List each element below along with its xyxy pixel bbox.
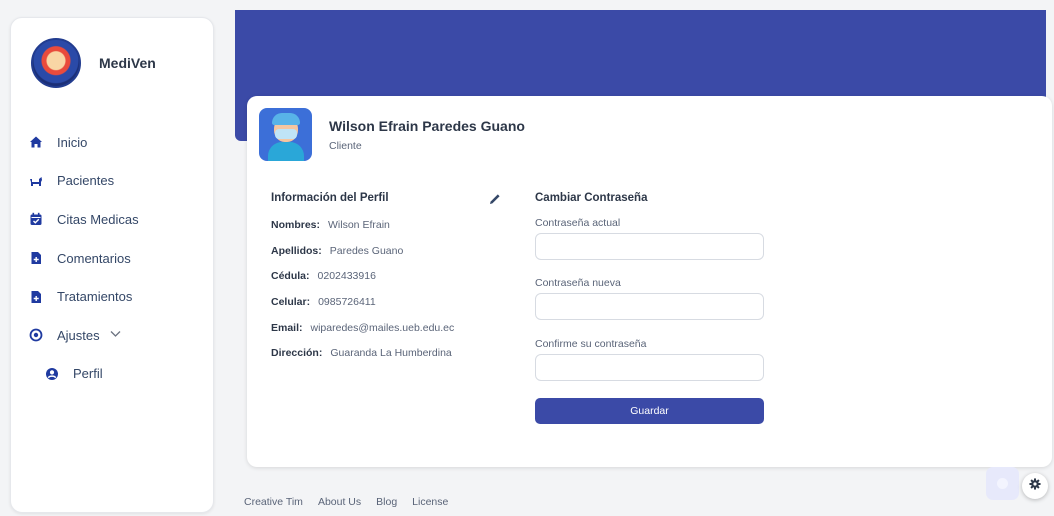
gear-icon bbox=[1029, 477, 1041, 495]
dog-icon bbox=[29, 174, 43, 188]
info-label: Email: bbox=[271, 321, 303, 334]
sidebar-item-perfil[interactable]: Perfil bbox=[29, 355, 209, 394]
footer-link-license[interactable]: License bbox=[412, 496, 448, 508]
info-label: Nombres: bbox=[271, 219, 321, 231]
sidebar-item-label: Tratamientos bbox=[57, 289, 133, 305]
user-circle-icon bbox=[45, 367, 59, 381]
avatar bbox=[259, 108, 312, 161]
confirm-password-input[interactable] bbox=[535, 354, 764, 381]
sidebar-item-ajustes[interactable]: Ajustes bbox=[29, 316, 209, 355]
sidebar: MediVen Inicio Pacientes Citas Medicas C… bbox=[10, 17, 214, 513]
confirm-password-label: Confirme su contraseña bbox=[535, 338, 647, 350]
profile-info-title: Información del Perfil bbox=[271, 192, 389, 204]
calendar-check-icon bbox=[29, 212, 43, 226]
profile-role: Cliente bbox=[329, 140, 362, 152]
sidebar-item-label: Pacientes bbox=[57, 173, 115, 189]
save-button[interactable]: Guardar bbox=[535, 398, 764, 424]
info-value: Wilson Efrain bbox=[328, 219, 390, 231]
footer-link-about-us[interactable]: About Us bbox=[318, 496, 361, 508]
brand-name: MediVen bbox=[99, 55, 156, 71]
footer-link-creative-tim[interactable]: Creative Tim bbox=[244, 496, 303, 508]
sidebar-item-pacientes[interactable]: Pacientes bbox=[29, 162, 209, 201]
info-row-celular: Celular: 0985726411 bbox=[271, 296, 454, 322]
info-label: Apellidos: bbox=[271, 244, 322, 257]
profile-card: Wilson Efrain Paredes Guano Cliente Info… bbox=[247, 96, 1052, 467]
sidebar-item-label: Inicio bbox=[57, 134, 88, 150]
brand-logo bbox=[31, 38, 81, 88]
footer-link-blog[interactable]: Blog bbox=[376, 496, 397, 508]
avatar-mask bbox=[275, 129, 297, 139]
chevron-down-icon[interactable] bbox=[110, 329, 121, 341]
info-label: Celular: bbox=[271, 296, 311, 309]
floating-panel-toggle[interactable] bbox=[986, 467, 1019, 500]
profile-name: Wilson Efrain Paredes Guano bbox=[329, 118, 525, 134]
sidebar-item-citas-medicas[interactable]: Citas Medicas bbox=[29, 200, 209, 239]
current-password-label: Contraseña actual bbox=[535, 217, 621, 229]
info-label: Cédula: bbox=[271, 270, 310, 283]
new-password-label: Contraseña nueva bbox=[535, 277, 621, 289]
avatar-body bbox=[268, 142, 304, 161]
sidebar-item-comentarios[interactable]: Comentarios bbox=[29, 239, 209, 278]
info-value: Guaranda La Humberdina bbox=[330, 347, 452, 360]
sidebar-item-label: Comentarios bbox=[57, 250, 131, 266]
sidebar-item-label: Citas Medicas bbox=[57, 211, 139, 227]
profile-info-list: Nombres: Wilson Efrain Apellidos: Parede… bbox=[271, 219, 454, 373]
sidebar-item-label: Perfil bbox=[73, 366, 103, 382]
current-password-input[interactable] bbox=[535, 233, 764, 260]
sidebar-item-label: Ajustes bbox=[57, 327, 100, 343]
info-value: Paredes Guano bbox=[329, 244, 404, 257]
sidebar-item-tratamientos[interactable]: Tratamientos bbox=[29, 277, 209, 316]
info-label: Dirección: bbox=[271, 347, 323, 360]
file-plus-icon bbox=[29, 251, 43, 265]
info-value: wiparedes@mailes.ueb.edu.ec bbox=[310, 321, 455, 334]
home-icon bbox=[29, 135, 43, 149]
info-row-email: Email: wiparedes@mailes.ueb.edu.ec bbox=[271, 322, 454, 348]
info-value: 0985726411 bbox=[318, 296, 376, 309]
file-plus-icon bbox=[29, 290, 43, 304]
pencil-icon[interactable] bbox=[488, 192, 502, 206]
info-value: 0202433916 bbox=[317, 270, 376, 283]
footer-links: Creative Tim About Us Blog License bbox=[244, 496, 448, 508]
brand[interactable]: MediVen bbox=[31, 38, 156, 88]
sidebar-nav: Inicio Pacientes Citas Medicas Comentari… bbox=[29, 123, 209, 393]
settings-button[interactable] bbox=[1022, 473, 1048, 499]
info-row-apellidos: Apellidos: Paredes Guano bbox=[271, 245, 454, 271]
change-password-title: Cambiar Contraseña bbox=[535, 192, 648, 204]
info-row-direccion: Dirección: Guaranda La Humberdina bbox=[271, 347, 454, 373]
info-row-cedula: Cédula: 0202433916 bbox=[271, 270, 454, 296]
new-password-input[interactable] bbox=[535, 293, 764, 320]
info-row-nombres: Nombres: Wilson Efrain bbox=[271, 219, 454, 245]
circle-dot-icon bbox=[29, 328, 43, 342]
sidebar-item-inicio[interactable]: Inicio bbox=[29, 123, 209, 162]
avatar-cap bbox=[272, 113, 300, 125]
